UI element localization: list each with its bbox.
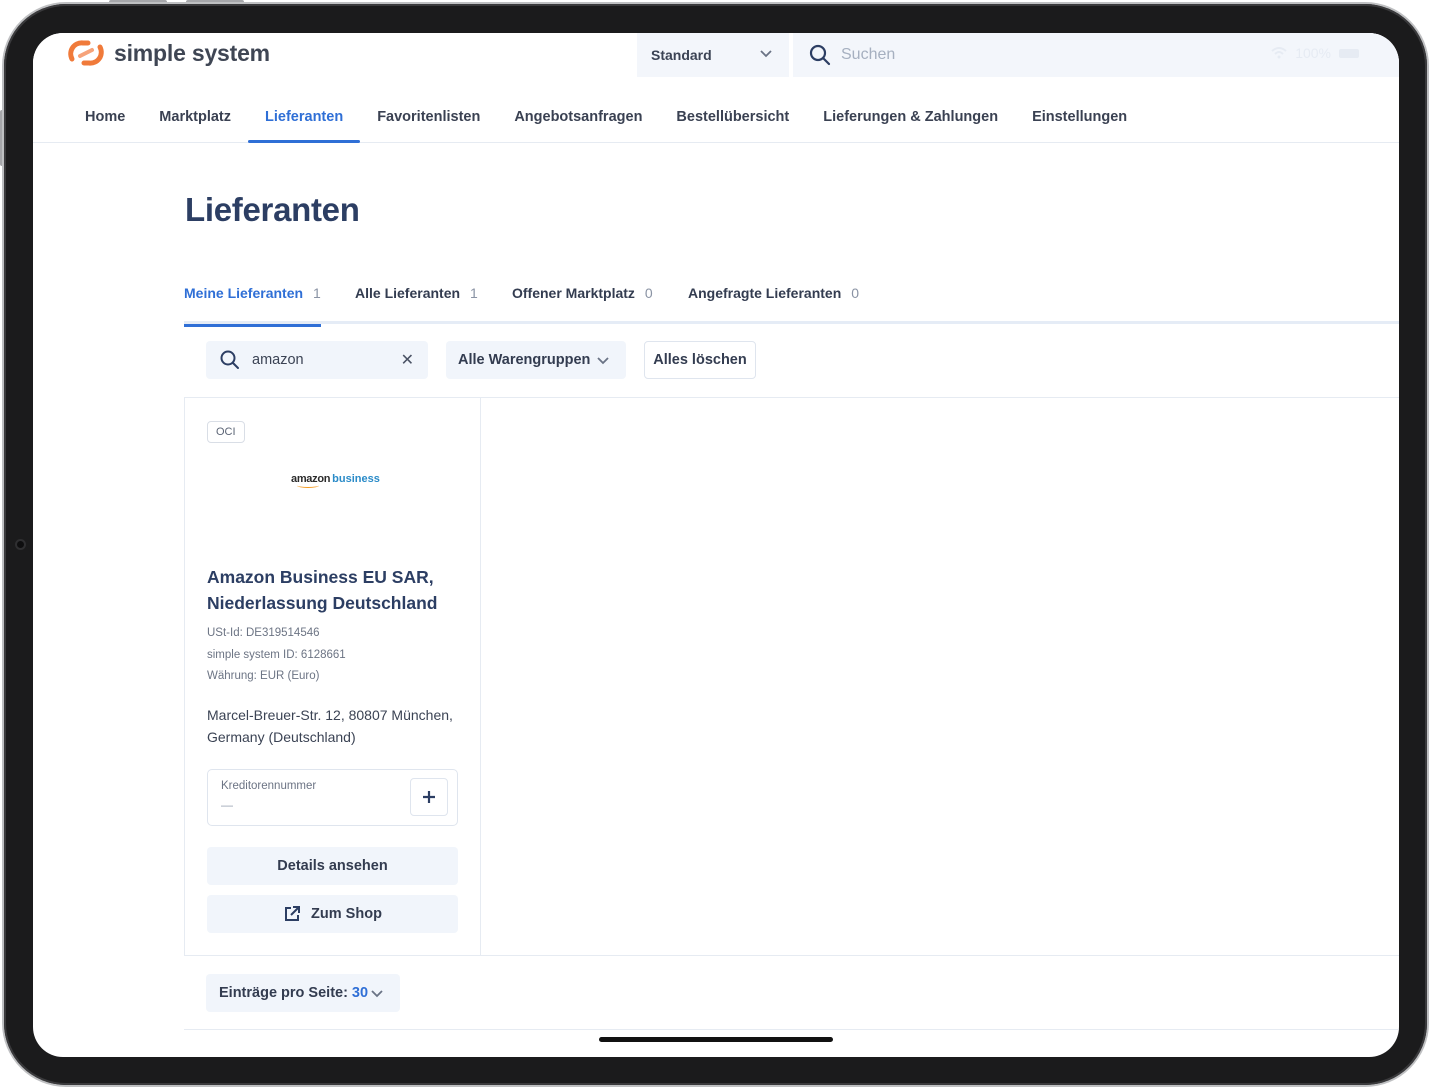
system-id: simple system ID: 6128661 — [207, 648, 346, 661]
shop-button[interactable]: Zum Shop — [207, 895, 458, 933]
plus-icon — [423, 791, 435, 803]
nav-item-bestelluebersicht[interactable]: Bestellübersicht — [659, 105, 806, 143]
tab-count: 0 — [851, 285, 860, 301]
supplier-name: Amazon Business EU SAR, Niederlassung De… — [207, 567, 438, 613]
home-indicator[interactable] — [599, 1037, 833, 1042]
external-link-icon — [285, 906, 301, 921]
tab-count: 0 — [644, 285, 653, 301]
supplier-results: OCI amazon business Amazon Business EU SA… — [184, 397, 1399, 956]
brand-logo[interactable]: simple system — [66, 37, 270, 69]
tab-alle-lieferanten[interactable]: Alle Lieferanten 1 — [355, 285, 478, 324]
nav-item-marktplatz[interactable]: Marktplatz — [142, 105, 248, 143]
tab-angefragte-lieferanten[interactable]: Angefragte Lieferanten 0 — [688, 285, 859, 324]
logo-mark-icon — [68, 40, 104, 66]
per-page-value: 30 — [351, 985, 369, 1001]
per-page-label: Einträge pro Seite: — [219, 985, 348, 1001]
close-icon[interactable]: ✕ — [401, 350, 414, 370]
screen: simple system Standard 100% Home Marktpl… — [33, 33, 1399, 1057]
details-button-label: Details ansehen — [277, 858, 388, 874]
supplier-logo: amazon business — [291, 473, 380, 485]
chevron-down-icon — [760, 50, 772, 58]
add-creditor-button[interactable] — [410, 778, 448, 816]
filter-bar: amazon ✕ Alle Warengruppen Alles löschen — [206, 341, 756, 379]
nav-item-favoritenlisten[interactable]: Favoritenlisten — [360, 105, 497, 143]
tab-label: Offener Marktplatz — [512, 285, 635, 301]
tab-count: 1 — [313, 285, 321, 301]
camera-icon — [15, 539, 26, 550]
shop-button-label: Zum Shop — [311, 906, 382, 922]
chevron-down-icon — [597, 357, 609, 365]
logo-word: business — [332, 473, 380, 485]
tab-label: Alle Lieferanten — [355, 285, 461, 301]
tab-label: Meine Lieferanten — [184, 285, 304, 301]
global-search[interactable]: 100% — [793, 33, 1399, 77]
battery-icon — [1339, 48, 1359, 58]
status-indicator: 100% — [1271, 45, 1359, 61]
nav-item-lieferanten[interactable]: Lieferanten — [248, 105, 361, 143]
currency: Währung: EUR (Euro) — [207, 670, 320, 682]
search-icon — [220, 350, 239, 369]
battery-percent: 100% — [1295, 45, 1331, 61]
details-button[interactable]: Details ansehen — [207, 847, 458, 885]
nav-item-angebotsanfragen[interactable]: Angebotsanfragen — [497, 105, 659, 143]
nav-item-home[interactable]: Home — [68, 105, 142, 143]
catalog-select[interactable]: Standard — [637, 33, 789, 77]
wifi-icon — [1271, 47, 1287, 59]
tab-label: Angefragte Lieferanten — [688, 285, 842, 301]
search-icon — [809, 44, 831, 66]
supplier-search-value[interactable]: amazon — [252, 352, 304, 368]
per-page-select[interactable]: Einträge pro Seite: 30 — [206, 974, 400, 1012]
chevron-down-icon — [371, 990, 383, 998]
catalog-select-value: Standard — [651, 47, 712, 63]
tab-count: 1 — [470, 285, 478, 301]
creditor-value: — — [221, 798, 233, 812]
supplier-tabs: Meine Lieferanten 1 Alle Lieferanten 1 Off… — [184, 285, 1399, 327]
creditor-label: Kreditorennummer — [221, 780, 317, 792]
page-title: Lieferanten — [185, 191, 360, 228]
logo-word: amazon — [291, 473, 331, 485]
nav-item-einstellungen[interactable]: Einstellungen — [1015, 105, 1144, 143]
divider — [184, 1029, 1399, 1030]
nav-item-lieferungen-zahlungen[interactable]: Lieferungen & Zahlungen — [806, 105, 1015, 143]
global-search-input[interactable] — [841, 46, 1221, 64]
oci-badge: OCI — [207, 421, 245, 443]
category-select-value: Alle Warengruppen — [458, 352, 591, 368]
tab-offener-marktplatz[interactable]: Offener Marktplatz 0 — [512, 285, 653, 324]
clear-all-button[interactable]: Alles löschen — [644, 341, 756, 379]
top-header: simple system Standard 100% Home Marktpl… — [33, 33, 1399, 143]
vat-id: USt-Id: DE319514546 — [207, 627, 320, 639]
supplier-search-field[interactable]: amazon ✕ — [206, 341, 428, 379]
category-select[interactable]: Alle Warengruppen — [446, 341, 626, 379]
supplier-card: OCI amazon business Amazon Business EU SA… — [185, 398, 481, 955]
tab-meine-lieferanten[interactable]: Meine Lieferanten 1 — [184, 285, 321, 327]
supplier-meta: USt-Id: DE319514546 simple system ID: 61… — [207, 623, 346, 688]
main-nav: Home Marktplatz Lieferanten Favoritenlis… — [68, 105, 1144, 143]
creditor-number-field: Kreditorennummer — — [207, 769, 458, 826]
supplier-address: Marcel-Breuer-Str. 12, 80807 München, Ge… — [207, 707, 453, 745]
brand-name: simple system — [114, 39, 270, 66]
